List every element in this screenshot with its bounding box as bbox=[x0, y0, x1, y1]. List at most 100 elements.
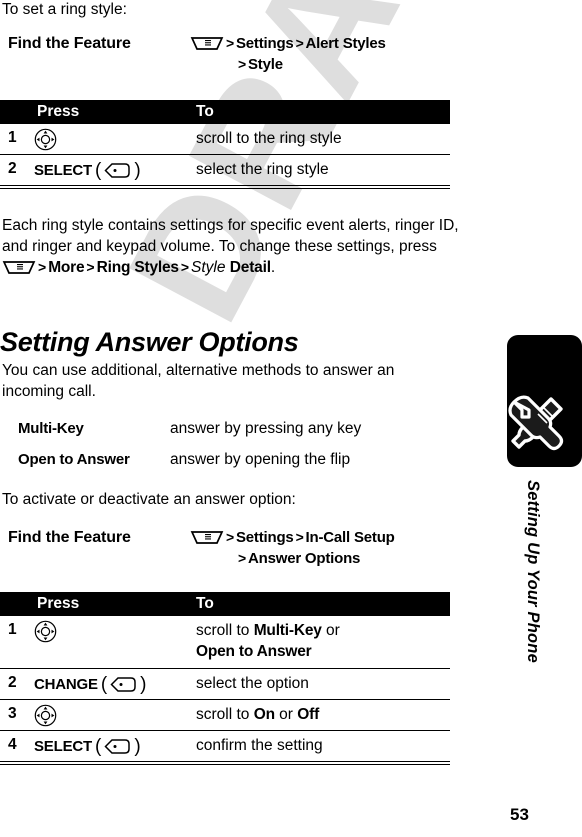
page-number: 53 bbox=[510, 805, 529, 824]
find-the-feature-label-2: Find the Feature bbox=[8, 529, 131, 546]
paragraph-text-lead: Each ring style contains settings for sp… bbox=[2, 217, 459, 255]
menu-key-icon bbox=[2, 261, 36, 274]
soft-key-icon bbox=[104, 162, 131, 178]
step-description: scroll to the ring style bbox=[196, 130, 342, 147]
find-the-feature-path-1-line2: > Style bbox=[190, 54, 465, 75]
step-number: 2 bbox=[8, 160, 17, 177]
menu-key-icon bbox=[190, 531, 224, 544]
column-header-to: To bbox=[196, 595, 214, 612]
ring-style-detail-paragraph: Each ring style contains settings for sp… bbox=[2, 216, 462, 279]
answer-options-intro-paragraph: You can use additional, alternative meth… bbox=[2, 362, 395, 400]
path-item-in-call-setup: In-Call Setup bbox=[305, 529, 395, 546]
step-number: 1 bbox=[8, 129, 17, 146]
path-item-style-italic: Style bbox=[191, 259, 226, 276]
step-description: confirm the setting bbox=[196, 737, 323, 754]
path-item-more: More bbox=[48, 259, 85, 276]
step-text-option-1: Multi-Key bbox=[253, 622, 322, 639]
soft-key-icon bbox=[104, 738, 131, 754]
manual-page: DRAFT To set a ring style: Find the Feat… bbox=[0, 0, 582, 837]
paragraph-text-end: . bbox=[270, 259, 276, 276]
find-the-feature-path-1: > Settings > Alert Styles > Style bbox=[190, 33, 465, 75]
path-separator: > bbox=[38, 259, 47, 275]
path-separator: > bbox=[226, 529, 234, 545]
table-bottom-rule bbox=[0, 188, 450, 189]
find-the-feature-path-2-line2: > Answer Options bbox=[190, 548, 465, 569]
step-description: select the option bbox=[196, 675, 309, 692]
definition-row: Open to Answer answer by opening the fli… bbox=[0, 451, 460, 482]
find-the-feature-label-1: Find the Feature bbox=[8, 35, 131, 52]
table-row: 3 scroll to On or Off bbox=[0, 700, 450, 731]
definition-term: Multi-Key bbox=[18, 420, 84, 437]
step-number: 3 bbox=[8, 705, 17, 722]
navigation-key-icon bbox=[34, 620, 57, 642]
ring-style-lead-text: To set a ring style: bbox=[2, 1, 127, 18]
path-separator: > bbox=[238, 56, 246, 72]
chapter-label-text: Setting Up Your Phone bbox=[524, 480, 542, 663]
path-separator: > bbox=[226, 35, 234, 51]
path-item-ring-styles: Ring Styles bbox=[96, 259, 179, 276]
column-header-press: Press bbox=[37, 103, 80, 120]
step-press-cell bbox=[34, 619, 59, 643]
menu-key-icon bbox=[190, 37, 224, 50]
path-item-answer-options: Answer Options bbox=[247, 550, 361, 567]
step-number: 2 bbox=[8, 674, 17, 691]
step-text-mid: or bbox=[274, 706, 298, 723]
paren-close: ) bbox=[134, 735, 141, 757]
column-header-to: To bbox=[196, 103, 214, 120]
path-separator: > bbox=[238, 550, 246, 566]
step-text-pre: scroll to bbox=[196, 622, 254, 639]
step-text-mid: or bbox=[321, 622, 340, 639]
step-description: select the ring style bbox=[196, 161, 329, 178]
step-number: 4 bbox=[8, 736, 17, 753]
page-title: Setting Answer Options bbox=[0, 327, 299, 358]
table-row: 2 CHANGE ( ) select the option bbox=[0, 669, 450, 700]
path-item-settings: Settings bbox=[235, 529, 294, 546]
step-text-option-2: Open to Answer bbox=[196, 643, 312, 660]
chapter-label: Setting Up Your Phone bbox=[480, 470, 582, 770]
chapter-sidebar: Setting Up Your Phone 53 bbox=[480, 0, 582, 837]
step-description: scroll to On or Off bbox=[196, 704, 446, 725]
activate-option-lead-text: To activate or deactivate an answer opti… bbox=[2, 491, 296, 508]
step-press-label: SELECT bbox=[34, 737, 92, 755]
step-press-cell bbox=[34, 127, 59, 151]
path-separator: > bbox=[295, 35, 304, 51]
step-press-label: CHANGE bbox=[34, 675, 98, 693]
chapter-tab bbox=[507, 335, 582, 467]
table-header-row: Press To bbox=[0, 592, 450, 616]
paren-open: ( bbox=[100, 673, 108, 695]
navigation-key-icon bbox=[34, 704, 57, 726]
step-description: scroll to Multi-Key or Open to Answer bbox=[196, 620, 446, 662]
find-the-feature-path-2: > Settings > In-Call Setup > Answer Options bbox=[190, 527, 465, 569]
steps-table-1: Press To 1 scroll to the ring style 2 SE… bbox=[0, 100, 450, 189]
table-row: 1 scroll to the ring style bbox=[0, 124, 450, 155]
step-press-cell: SELECT ( ) bbox=[34, 734, 142, 758]
table-row: 1 scroll to Multi-Key or Open to Answer bbox=[0, 616, 450, 669]
steps-table-2: Press To 1 scroll to Multi-Key or Open t… bbox=[0, 592, 450, 765]
answer-options-definition-list: Multi-Key answer by pressing any key Ope… bbox=[0, 420, 460, 482]
path-separator: > bbox=[295, 529, 304, 545]
column-header-press: Press bbox=[37, 595, 80, 612]
definition-row: Multi-Key answer by pressing any key bbox=[0, 420, 460, 451]
step-press-cell bbox=[34, 703, 59, 727]
step-press-cell: SELECT ( ) bbox=[34, 158, 142, 182]
path-separator: > bbox=[86, 259, 95, 275]
definition-term: Open to Answer bbox=[18, 451, 130, 468]
step-text-option-2: Off bbox=[297, 706, 320, 723]
step-press-label: SELECT bbox=[34, 161, 92, 179]
path-item-alert-styles: Alert Styles bbox=[305, 35, 386, 52]
path-item-settings: Settings bbox=[235, 35, 294, 52]
paren-open: ( bbox=[94, 159, 102, 181]
definition-description: answer by opening the flip bbox=[170, 451, 351, 468]
step-number: 1 bbox=[8, 621, 17, 638]
wrench-screwdriver-icon bbox=[508, 395, 564, 451]
paren-open: ( bbox=[94, 735, 102, 757]
table-header-row: Press To bbox=[0, 100, 450, 124]
path-item-detail: Detail bbox=[229, 259, 271, 276]
paren-close: ) bbox=[134, 159, 141, 181]
path-separator: > bbox=[180, 259, 190, 275]
path-item-style: Style bbox=[247, 56, 283, 73]
paren-close: ) bbox=[140, 673, 147, 695]
step-text-option-1: On bbox=[253, 706, 275, 723]
table-row: 4 SELECT ( ) confirm the setting bbox=[0, 731, 450, 762]
definition-description: answer by pressing any key bbox=[170, 420, 362, 437]
